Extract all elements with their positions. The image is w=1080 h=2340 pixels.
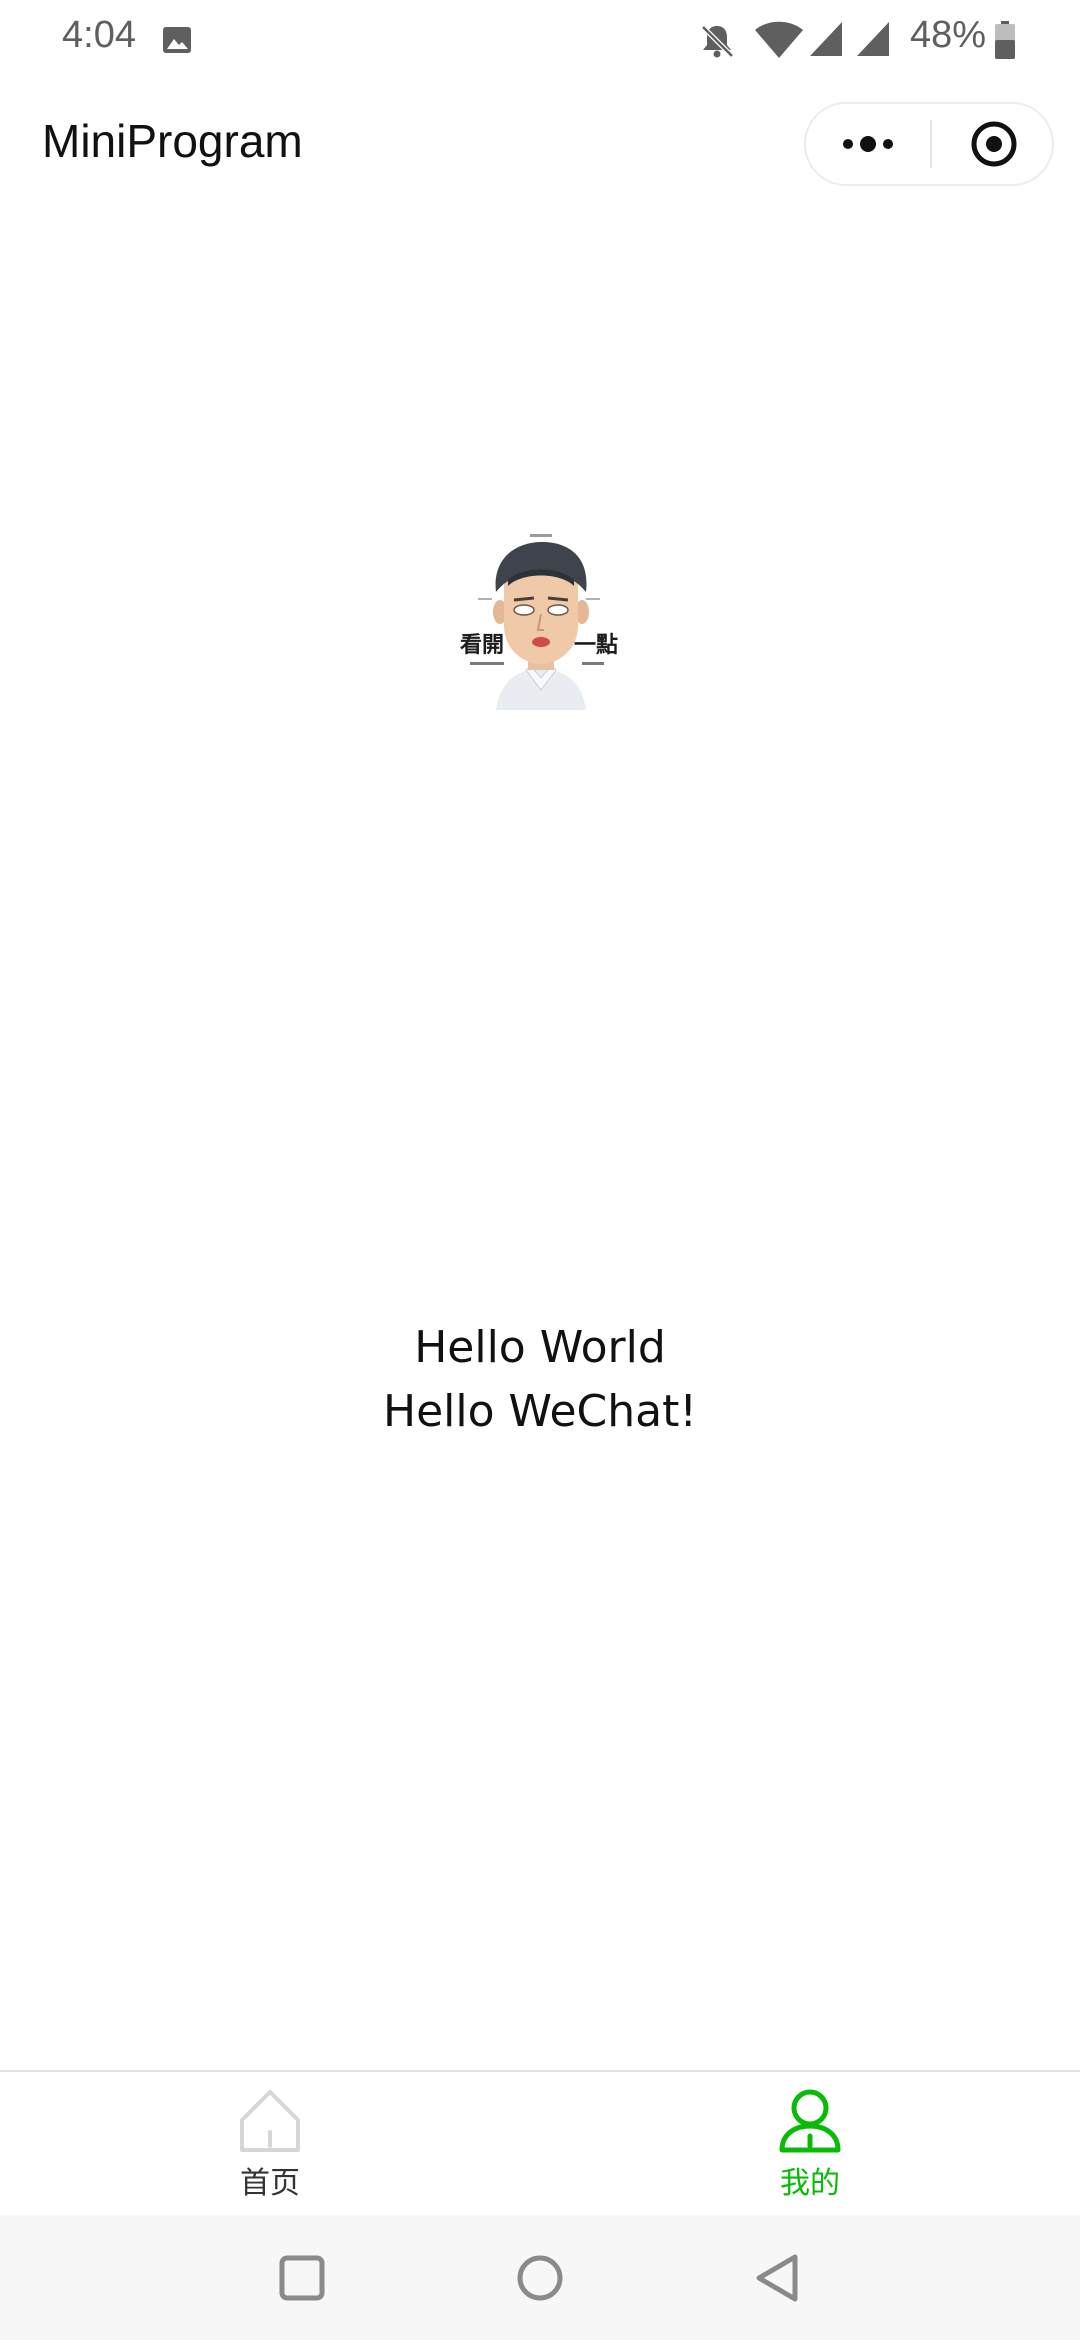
home-icon bbox=[240, 2090, 300, 2152]
back-triangle-icon[interactable] bbox=[745, 2245, 811, 2311]
page-title: MiniProgram bbox=[42, 115, 303, 167]
bell-off-icon bbox=[701, 25, 734, 58]
tab-home-label: 首页 bbox=[240, 2166, 300, 2201]
status-bar: 4:04 48% bbox=[0, 0, 1080, 80]
avatar-caption-left: 看開 bbox=[460, 632, 504, 658]
hello-world-text: Hello World bbox=[414, 1322, 666, 1373]
user-icon bbox=[779, 2089, 841, 2153]
capsule-menu bbox=[804, 102, 1054, 186]
avatar: 看開 一點 bbox=[460, 534, 618, 710]
status-time: 4:04 bbox=[62, 14, 136, 56]
hello-wechat-text: Hello WeChat! bbox=[383, 1386, 697, 1437]
recents-square-icon[interactable] bbox=[269, 2245, 335, 2311]
close-button[interactable] bbox=[932, 104, 1052, 184]
more-dots-icon bbox=[843, 136, 893, 152]
home-circle-icon[interactable] bbox=[507, 2245, 573, 2311]
tab-me[interactable]: 我的 bbox=[540, 2072, 1080, 2215]
signal-icon bbox=[857, 22, 889, 56]
hello-text-block: Hello World Hello WeChat! bbox=[0, 1316, 1080, 1444]
more-button[interactable] bbox=[806, 104, 930, 184]
tab-home[interactable]: 首页 bbox=[0, 2072, 540, 2215]
tab-bar: 首页 我的 bbox=[0, 2070, 1080, 2215]
system-nav-bar bbox=[0, 2215, 1080, 2340]
battery-percent: 48% bbox=[910, 14, 987, 56]
battery-icon bbox=[995, 21, 1015, 59]
target-close-icon bbox=[971, 121, 1017, 167]
image-icon bbox=[163, 27, 191, 53]
tab-me-label: 我的 bbox=[780, 2166, 840, 2201]
screen: 4:04 48% MiniProgram 看開 一點 Hello World H… bbox=[0, 0, 1080, 2340]
avatar-caption-right: 一點 bbox=[574, 632, 618, 658]
title-bar: MiniProgram bbox=[0, 80, 1080, 210]
wifi-icon bbox=[755, 21, 803, 58]
signal-icon bbox=[810, 22, 842, 56]
